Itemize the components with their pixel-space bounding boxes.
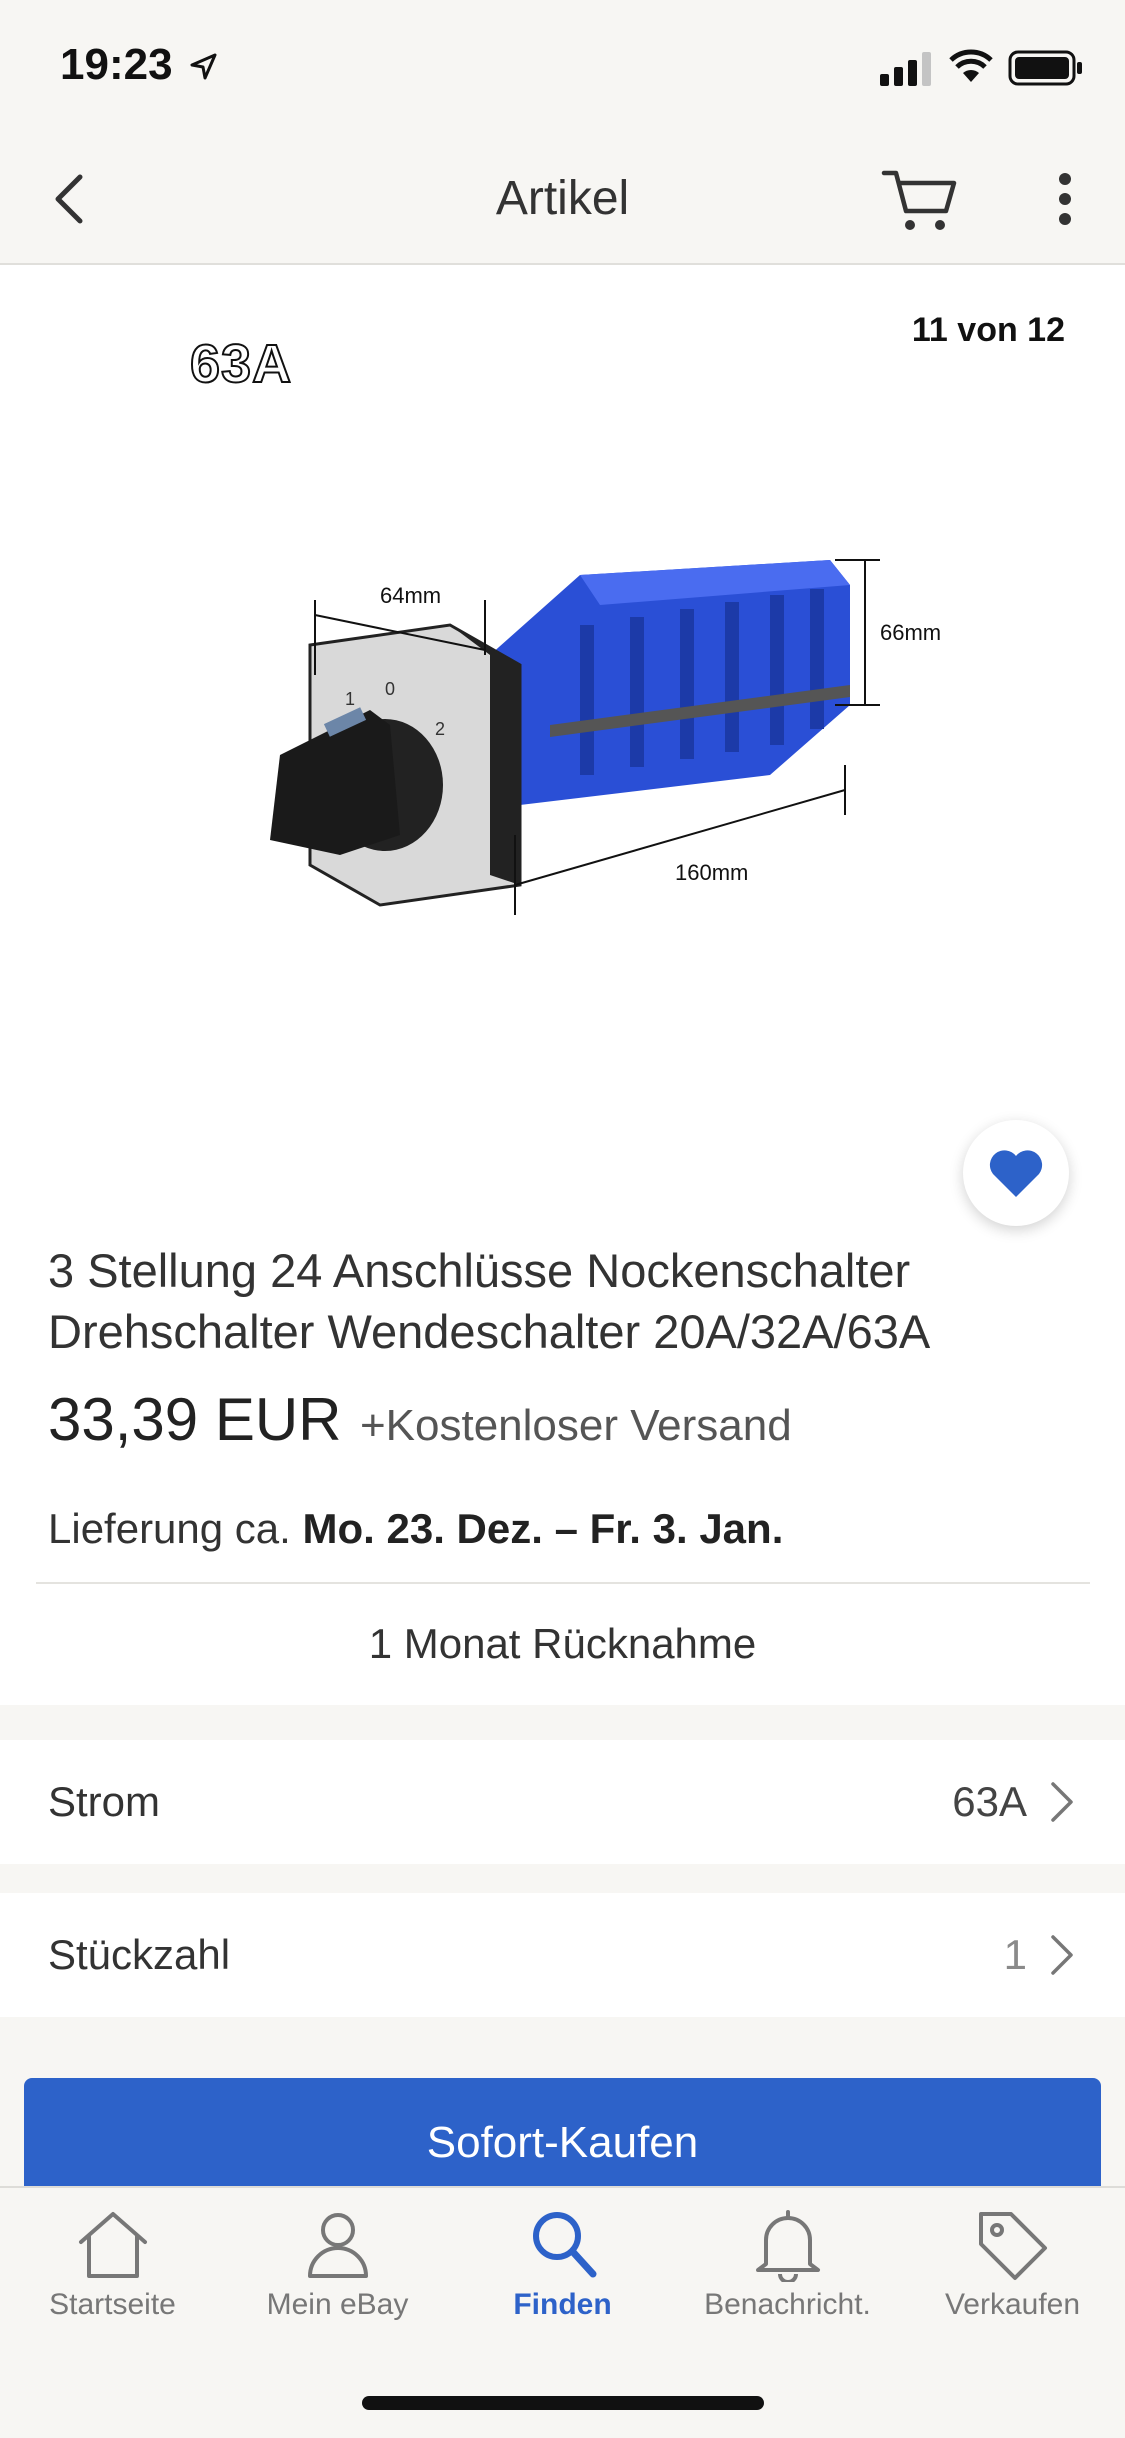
option-row-strom[interactable]: Strom 63A [0, 1740, 1125, 1864]
option-row-quantity[interactable]: Stückzahl 1 [0, 1893, 1125, 2017]
dial-mark-0: 0 [385, 679, 395, 699]
location-arrow-icon [190, 53, 217, 80]
quantity-value: 1 [1003, 1931, 1027, 1978]
chevron-right-icon [1051, 1935, 1073, 1975]
shipping-info: +Kostenloser Versand [359, 1401, 792, 1450]
delivery-label: Lieferung ca. [48, 1505, 291, 1552]
bell-icon [755, 2210, 820, 2282]
tab-finden[interactable]: Finden [450, 2206, 675, 2322]
option-label: Stückzahl [48, 1931, 231, 1978]
image-amp-label: 63A [189, 333, 293, 395]
cellular-signal-icon [880, 52, 931, 86]
tab-startseite[interactable]: Startseite [0, 2206, 225, 2322]
navigation-bar: Artikel [0, 135, 1125, 265]
returns-policy: 1 Monat Rücknahme [368, 1620, 757, 1667]
price: 33,39 EUR [48, 1386, 342, 1453]
cart-icon[interactable] [880, 159, 960, 239]
dimension-width: 64mm [380, 583, 441, 608]
image-counter: 11 von 12 [911, 311, 1065, 349]
more-options-icon[interactable] [1045, 169, 1085, 229]
tab-label: Finden [513, 2288, 612, 2321]
home-icon [78, 2212, 147, 2278]
watch-button[interactable] [963, 1120, 1069, 1226]
tab-label: Mein eBay [266, 2288, 409, 2321]
divider [36, 1582, 1090, 1584]
product-image: 1 0 2 64mm 66mm 160mm [270, 559, 941, 915]
item-panel: 11 von 12 63A 1 0 2 64mm 66mm 160mm 3 St… [0, 265, 1125, 1705]
tag-icon [978, 2212, 1047, 2280]
status-time: 19:23 [60, 40, 173, 89]
tab-mein-ebay[interactable]: Mein eBay [225, 2206, 450, 2322]
heart-icon [989, 1150, 1043, 1197]
tab-verkaufen[interactable]: Verkaufen [900, 2206, 1125, 2322]
person-icon [307, 2213, 368, 2278]
product-image-gallery[interactable]: 11 von 12 63A 1 0 2 64mm 66mm 160mm [0, 265, 1125, 1195]
tab-label: Benachricht. [704, 2288, 871, 2321]
battery-icon [1008, 50, 1082, 86]
tab-label: Startseite [49, 2288, 176, 2321]
dial-mark-2: 2 [435, 719, 445, 739]
tab-benachrichtigungen[interactable]: Benachricht. [675, 2206, 900, 2322]
dimension-length: 160mm [675, 860, 748, 885]
price-row: 33,39 EUR +Kostenloser Versand [48, 1385, 792, 1454]
home-indicator[interactable] [362, 2396, 764, 2410]
chevron-right-icon [1051, 1782, 1073, 1822]
delivery-estimate: Lieferung ca. Mo. 23. Dez. – Fr. 3. Jan. [48, 1505, 783, 1553]
product-title: 3 Stellung 24 Anschlüsse Nockenschalter … [48, 1244, 931, 1358]
delivery-dates: Mo. 23. Dez. – Fr. 3. Jan. [302, 1505, 784, 1552]
tab-label: Verkaufen [944, 2288, 1081, 2321]
wifi-icon [949, 49, 993, 82]
search-icon [532, 2212, 596, 2278]
dimension-height: 66mm [880, 620, 941, 645]
status-bar: 19:23 [0, 0, 1125, 135]
option-label: Strom [48, 1778, 161, 1825]
option-value: 63A [952, 1778, 1027, 1825]
dial-mark-1: 1 [345, 689, 355, 709]
